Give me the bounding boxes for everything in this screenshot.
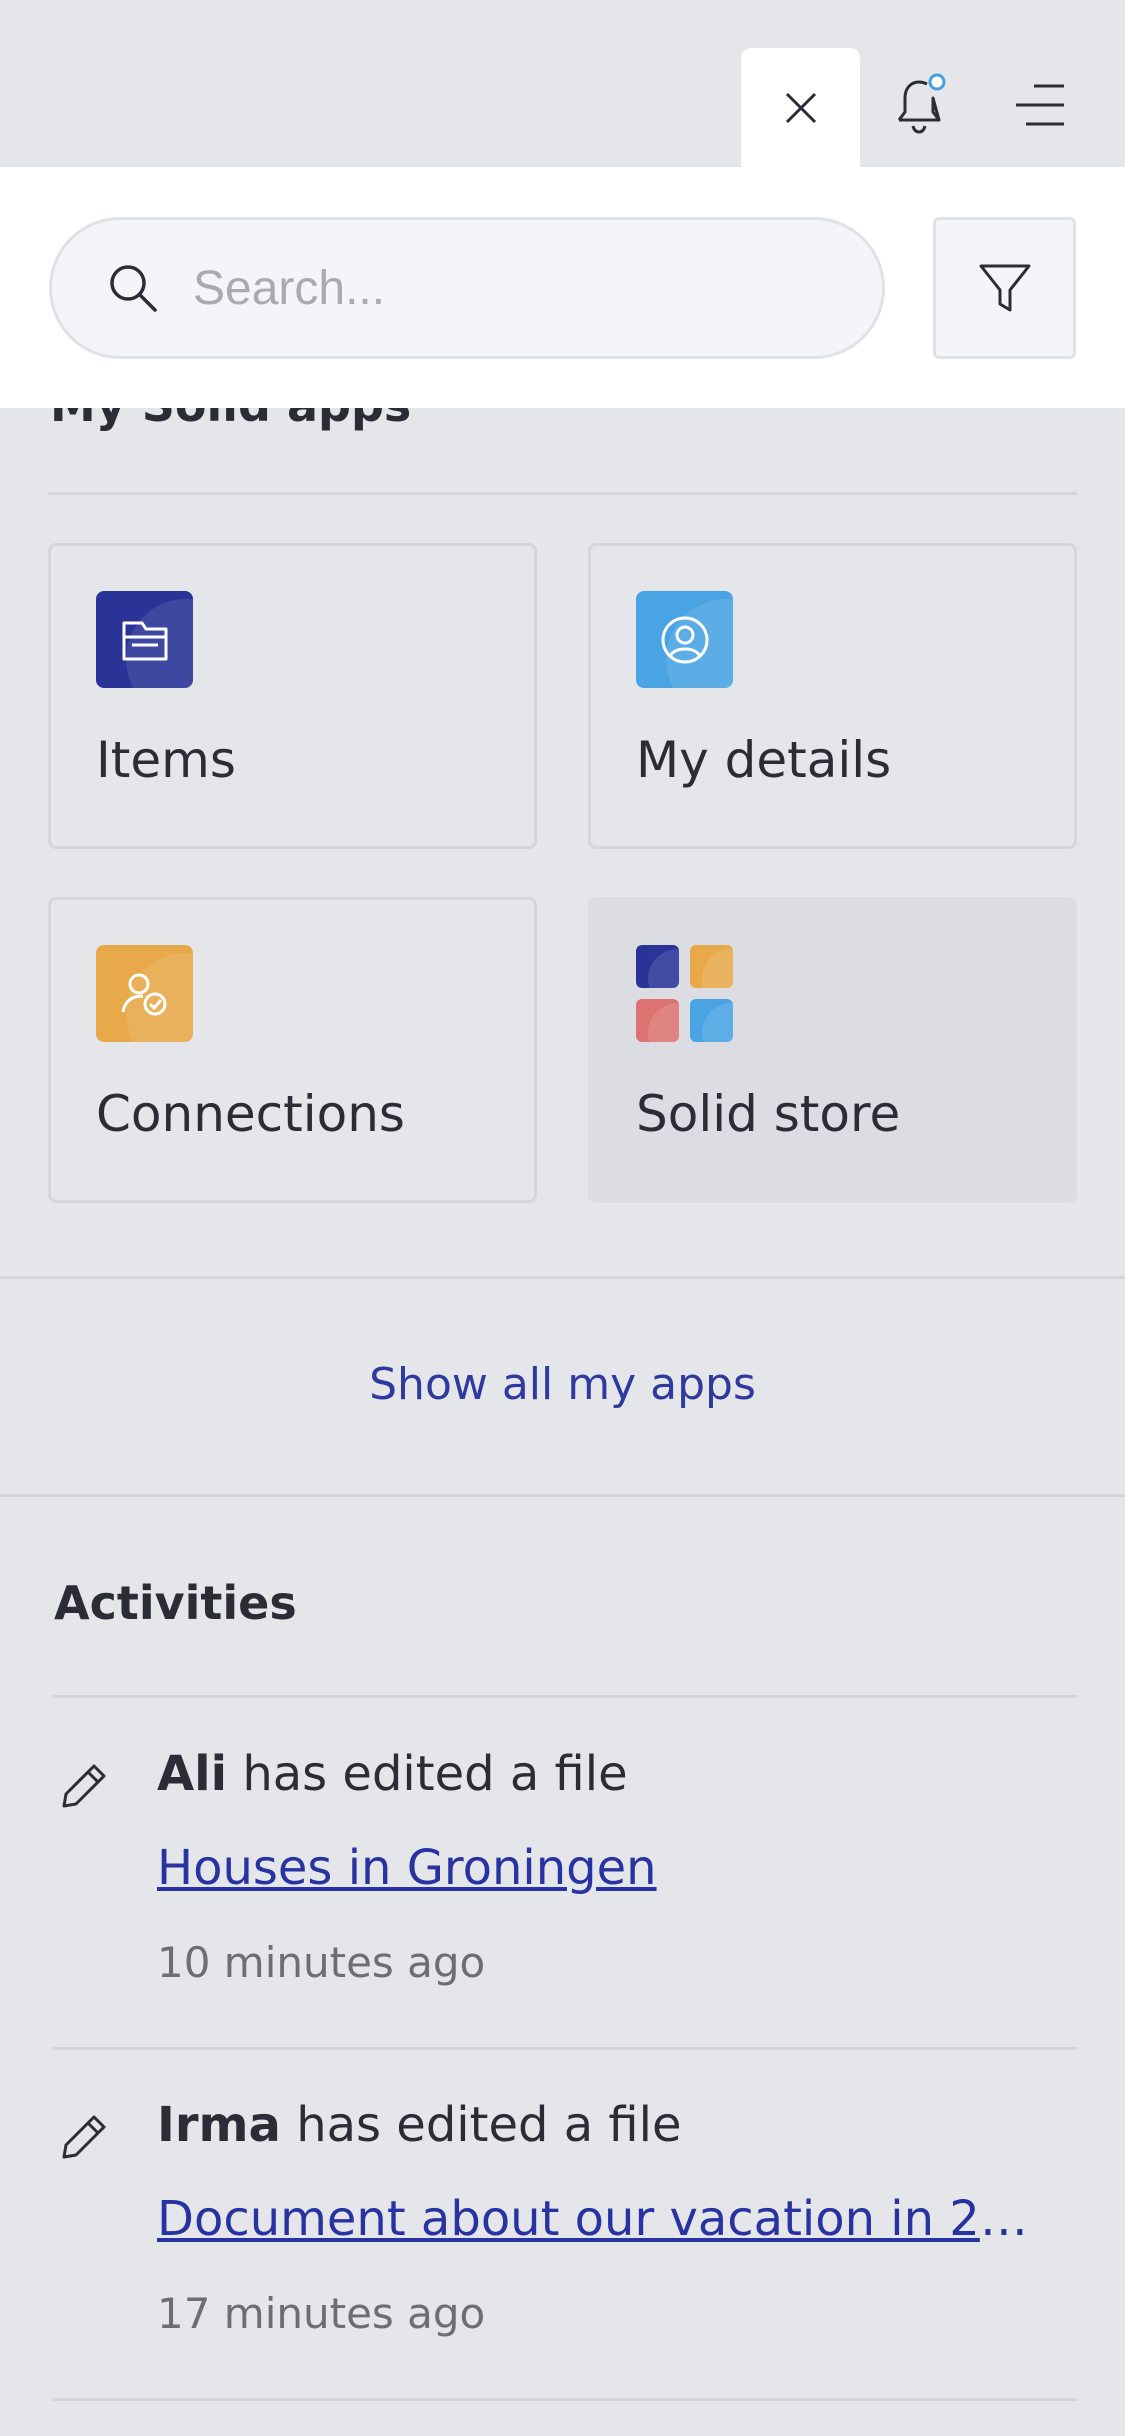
menu-icon [1016, 84, 1064, 126]
top-bar [0, 0, 1125, 167]
activity-action: has edited a file [280, 2097, 682, 2153]
divider [0, 1276, 1125, 1279]
activity-headline: Ali has edited a file [157, 1746, 628, 1802]
filter-button[interactable] [933, 217, 1076, 359]
activities-title: Activities [54, 1576, 297, 1630]
bell-icon [897, 73, 946, 134]
search-panel [0, 167, 1125, 408]
close-icon [785, 92, 816, 123]
app-card-solid-store[interactable]: Solid store [588, 897, 1077, 1203]
app-label: Solid store [636, 1085, 901, 1143]
activity-action: has edited a file [227, 1746, 628, 1802]
app-grid-icon [636, 945, 733, 1042]
notifications-button[interactable] [880, 60, 960, 150]
menu-button[interactable] [1000, 60, 1080, 150]
app-card-items[interactable]: Items [48, 543, 537, 849]
app-label: Connections [96, 1085, 405, 1143]
activity-file-link[interactable]: Document about our vacation in 2021... [157, 2191, 1047, 2247]
user-circle-icon [636, 591, 733, 688]
close-button[interactable] [741, 48, 860, 167]
show-all-apps-link[interactable]: Show all my apps [0, 1345, 1125, 1425]
pencil-icon [56, 1760, 110, 1814]
pencil-icon [56, 2111, 110, 2165]
activity-user: Irma [157, 2097, 281, 2153]
folder-icon [96, 591, 193, 688]
app-card-connections[interactable]: Connections [48, 897, 537, 1203]
divider [52, 1695, 1077, 1698]
search-icon [105, 260, 161, 316]
search-input[interactable] [193, 260, 793, 316]
divider [52, 2047, 1077, 2050]
divider [48, 492, 1077, 495]
activity-user: Ali [157, 1746, 228, 1802]
filter-icon [979, 264, 1030, 312]
activity-file-link[interactable]: Houses in Groningen [157, 1840, 657, 1896]
notification-dot [928, 73, 946, 91]
activity-headline: Irma has edited a file [157, 2097, 681, 2153]
app-card-my-details[interactable]: My details [588, 543, 1077, 849]
activity-timestamp: 17 minutes ago [157, 2289, 486, 2338]
divider [52, 2398, 1077, 2401]
activity-timestamp: 10 minutes ago [157, 1938, 486, 1987]
search-box[interactable] [49, 217, 885, 359]
user-check-icon [96, 945, 193, 1042]
app-label: My details [636, 731, 892, 789]
activity-item: Irma has edited a file Document about ou… [0, 2097, 1125, 2436]
app-label: Items [96, 731, 236, 789]
divider [0, 1494, 1125, 1497]
